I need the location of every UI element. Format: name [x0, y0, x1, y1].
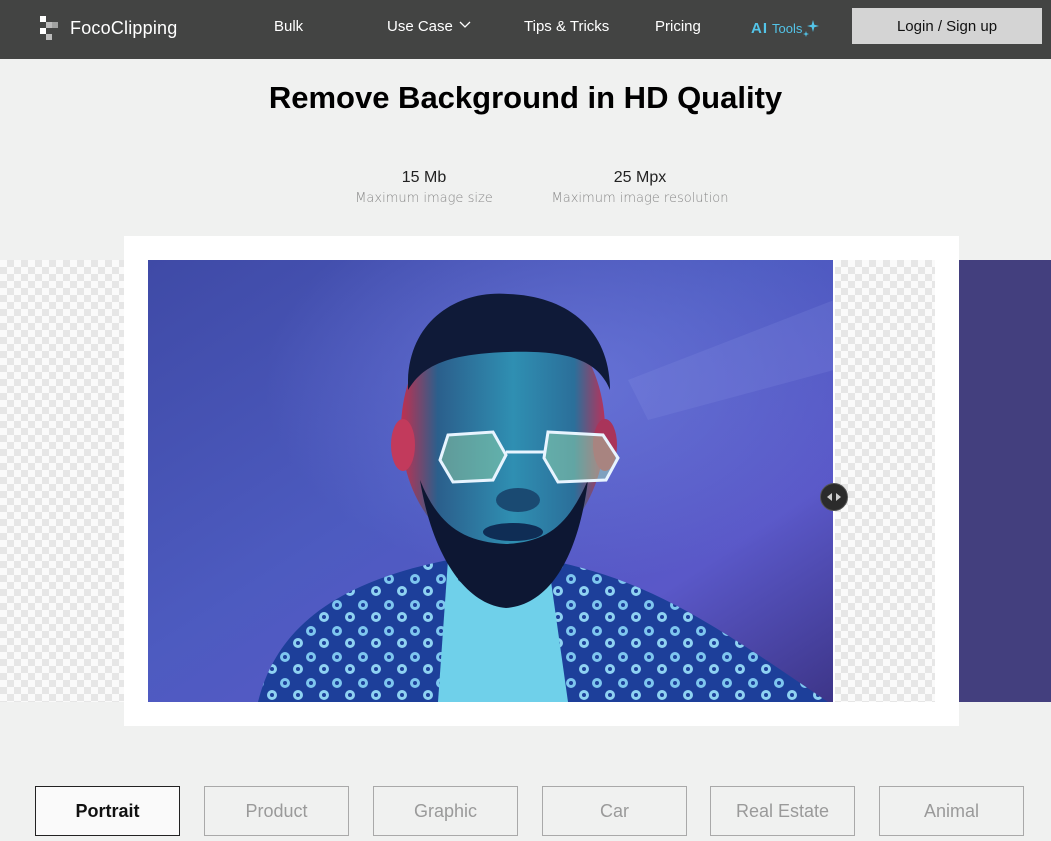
sparkle-icon [803, 20, 820, 37]
stat-label: Maximum image resolution [551, 191, 729, 206]
stat-max-size: 15 Mb Maximum image size [324, 168, 524, 206]
nav-tips-and-tricks[interactable]: Tips & Tricks [524, 18, 609, 36]
ai-tools-label: Tools [772, 20, 803, 36]
tab-graphic[interactable]: Graphic [373, 786, 518, 836]
brand-name: FocoClipping [70, 17, 178, 38]
tab-portrait[interactable]: Portrait [35, 786, 180, 836]
transparent-background-result [834, 260, 935, 702]
tab-animal[interactable]: Animal [879, 786, 1024, 836]
original-background-right [959, 260, 1051, 702]
ai-tools-prefix: AI [751, 19, 768, 37]
stat-label: Maximum image size [355, 191, 493, 206]
nav-use-case[interactable]: Use Case [387, 18, 453, 36]
portrait-illustration [148, 260, 834, 702]
compare-slider-icon[interactable] [820, 483, 848, 511]
page-title: Remove Background in HD Quality [268, 80, 783, 115]
slider-arrows-icon [827, 493, 841, 501]
tab-real-estate[interactable]: Real Estate [710, 786, 855, 836]
chevron-down-icon[interactable] [459, 20, 471, 30]
brand-logo[interactable]: FocoClipping [40, 16, 177, 40]
login-signup-button[interactable]: Login / Sign up [852, 8, 1042, 44]
portrait-photo [148, 260, 834, 702]
fococlipping-logo-icon [40, 16, 60, 40]
comparison-divider[interactable] [833, 260, 835, 702]
nav-pricing[interactable]: Pricing [655, 18, 701, 36]
tab-car[interactable]: Car [542, 786, 687, 836]
tab-product[interactable]: Product [204, 786, 349, 836]
stat-value: 25 Mpx [613, 169, 667, 186]
nav-ai-tools[interactable]: AI Tools [751, 18, 820, 38]
stat-value: 15 Mb [401, 169, 447, 186]
stat-max-resolution: 25 Mpx Maximum image resolution [540, 168, 740, 206]
transparent-background-left [0, 260, 124, 702]
nav-bulk[interactable]: Bulk [274, 18, 303, 36]
top-navigation-bar: FocoClipping Bulk Use Case Tips & Tricks… [0, 0, 1051, 59]
